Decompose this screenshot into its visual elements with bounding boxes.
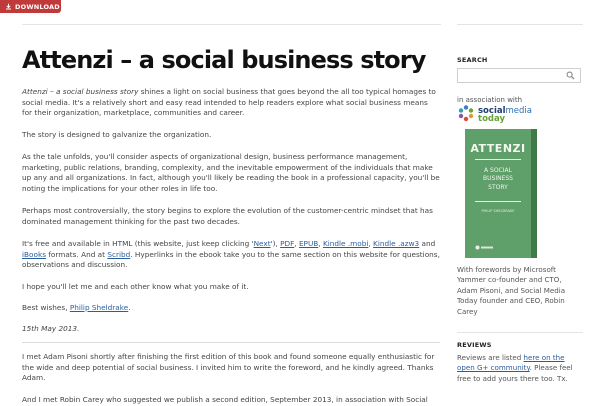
- ibooks-link[interactable]: iBooks: [22, 250, 46, 259]
- book-cover-subtitle: A SOCIAL BUSINESS STORY: [465, 167, 531, 192]
- formats-text: It's free and available in HTML (this we…: [22, 239, 254, 248]
- content-divider: [22, 342, 440, 343]
- book-title-inline: Attenzi – a social business story: [22, 87, 139, 96]
- publisher-mark-icon: [475, 245, 493, 250]
- book-cover-line: STORY: [488, 183, 508, 191]
- page-title: Attenzi – a social business story: [22, 46, 426, 74]
- book-cover-rule: [475, 159, 521, 160]
- adam-paragraph: I met Adam Pisoni shortly after finishin…: [22, 352, 435, 382]
- logo-text: socialmedia today: [478, 104, 532, 123]
- book-cover-line: A SOCIAL: [484, 167, 512, 174]
- reviews-divider: [457, 332, 583, 333]
- logo-word-media: media: [505, 105, 532, 116]
- download-button[interactable]: DOWNLOAD: [0, 0, 61, 13]
- date-text: 15th May 2013.: [22, 324, 80, 333]
- pdf-link[interactable]: PDF: [280, 239, 294, 248]
- main-content: Attenzi – a social business story Attenz…: [22, 40, 440, 404]
- sidebar-top-divider: [457, 24, 583, 25]
- signoff-text: .: [128, 303, 131, 312]
- tale-paragraph: As the tale unfolds, you'll consider asp…: [22, 152, 440, 193]
- galvanize-paragraph: The story is designed to galvanize the o…: [22, 130, 212, 139]
- search-box: [457, 68, 581, 89]
- book-cover-author: PHILIP SHELDRAKE: [481, 209, 515, 213]
- formats-text: '),: [270, 239, 281, 248]
- search-input[interactable]: [458, 75, 564, 89]
- next-link[interactable]: Next: [254, 239, 271, 248]
- logo-word-today: today: [478, 113, 506, 124]
- kindle-mobi-link[interactable]: Kindle .mobi: [323, 239, 368, 248]
- reviews-heading: REVIEWS: [457, 341, 492, 349]
- scribd-link[interactable]: Scribd: [107, 250, 130, 259]
- social-media-today-icon: [458, 105, 474, 122]
- robin-paragraph: And I met Robin Carey who suggested we p…: [22, 395, 428, 404]
- controversy-paragraph: Perhaps most controversially, the story …: [22, 206, 433, 226]
- hope-paragraph: I hope you'll let me and each other know…: [22, 282, 249, 291]
- reviews-text-part: Reviews are listed: [457, 353, 524, 362]
- top-divider: [22, 24, 441, 25]
- formats-paragraph: It's free and available in HTML (this we…: [22, 239, 440, 271]
- book-cover-rule: [475, 201, 521, 202]
- top-bar: DOWNLOAD: [0, 0, 600, 14]
- book-cover-line: BUSINESS: [483, 175, 513, 183]
- intro-paragraph: Attenzi – a social business story shines…: [22, 87, 440, 119]
- book-cover-title: ATTENZI: [470, 142, 526, 155]
- social-media-today-logo[interactable]: socialmedia today: [457, 104, 567, 123]
- formats-text: and: [419, 239, 436, 248]
- signoff-paragraph: Best wishes, Philip Sheldrake.: [22, 303, 440, 314]
- author-link[interactable]: Philip Sheldrake: [70, 303, 128, 312]
- epub-link[interactable]: EPUB: [299, 239, 318, 248]
- date-line: 15th May 2013.: [22, 324, 440, 335]
- download-label: DOWNLOAD: [15, 2, 60, 11]
- book-cover[interactable]: ATTENZI A SOCIAL BUSINESS STORY PHILIP S…: [465, 129, 537, 258]
- download-icon: [6, 3, 11, 10]
- signoff-text: Best wishes,: [22, 303, 70, 312]
- forewords-text: With forewords by Microsoft Yammer co-fo…: [457, 265, 566, 316]
- search-icon[interactable]: [566, 71, 575, 80]
- kindle-azw3-link[interactable]: Kindle .azw3: [373, 239, 419, 248]
- formats-text: formats. And at: [46, 249, 108, 259]
- search-heading: SEARCH: [457, 56, 488, 64]
- reviews-text: Reviews are listed here on the open G+ c…: [457, 353, 583, 384]
